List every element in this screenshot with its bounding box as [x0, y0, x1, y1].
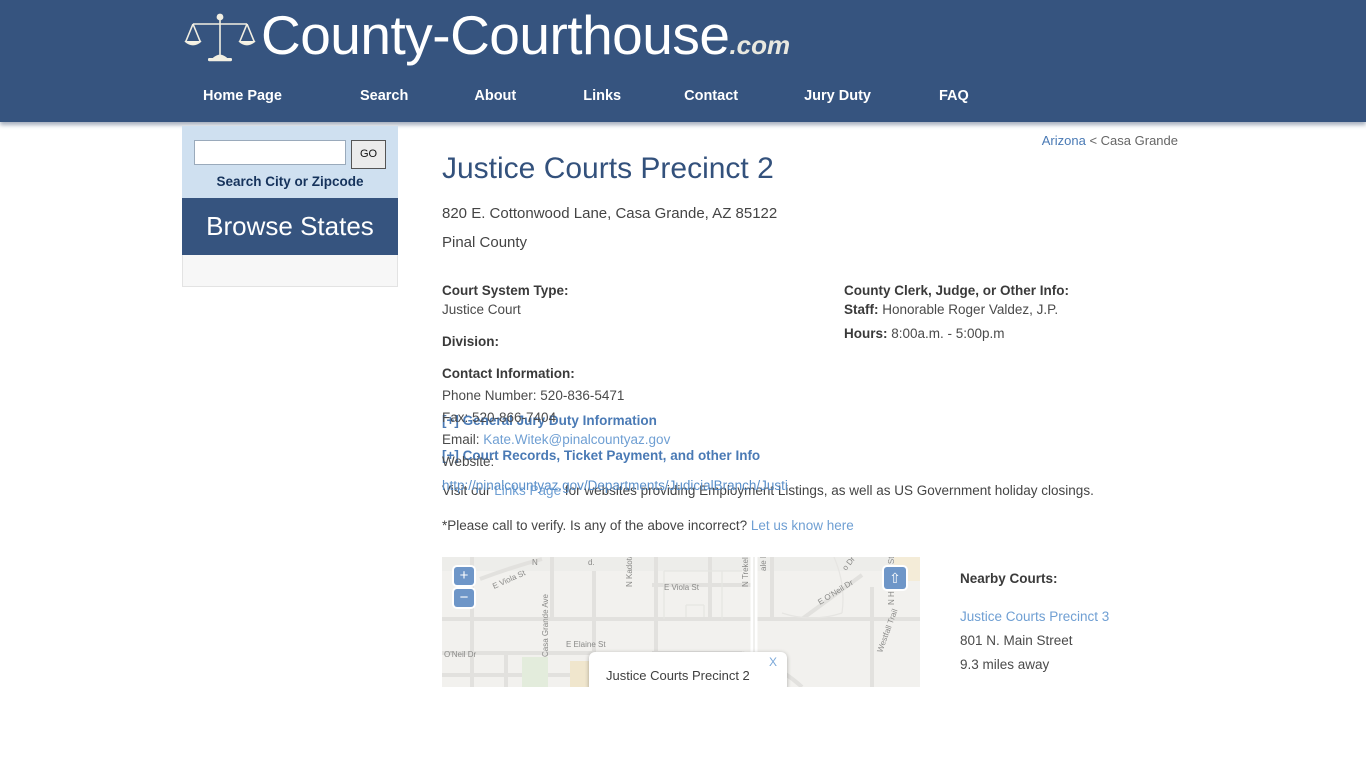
nearby-court-address: 801 N. Main Street [960, 633, 1073, 648]
nearby-court-item: Justice Courts Precinct 3 801 N. Main St… [960, 609, 1232, 672]
brand-tld: .com [729, 30, 791, 60]
svg-text:ale Ln: ale Ln [759, 557, 768, 571]
clerk-judge-label: County Clerk, Judge, or Other Info: [844, 283, 1070, 298]
site-logo[interactable]: County-Courthouse.com [183, 4, 790, 76]
map-popup-title: Justice Courts Precinct 2 [606, 668, 750, 683]
map-north-arrow-icon[interactable]: ⇧ [884, 567, 906, 589]
map-and-nearby-row: E Viola St E Viola St N Kadota Ave N Tre… [442, 557, 1232, 687]
breadcrumb-state-link[interactable]: Arizona [1042, 133, 1086, 148]
sidebar: GO Search City or Zipcode Browse States [182, 126, 398, 287]
svg-text:E Viola St: E Viola St [664, 583, 700, 592]
search-row: GO [194, 140, 386, 169]
map-popup-close-icon[interactable]: X [769, 655, 777, 669]
map-zoom-out-button[interactable]: − [454, 589, 474, 607]
nav-item-contact[interactable]: Contact [684, 88, 738, 104]
court-county: Pinal County [442, 234, 528, 251]
fax-number: Fax: 520-866-7404 [442, 410, 557, 425]
staff-label: Staff: [844, 302, 879, 317]
nav-item-jury-duty[interactable]: Jury Duty [804, 88, 871, 104]
website-label: Website: [442, 454, 495, 469]
nav-item-search[interactable]: Search [360, 88, 408, 104]
email-link[interactable]: Kate.Witek@pinalcountyaz.gov [483, 432, 670, 447]
email-label: Email: [442, 432, 484, 447]
sidebar-footer-panel [182, 255, 398, 287]
search-input[interactable] [194, 140, 346, 165]
svg-text:N Kadota Ave: N Kadota Ave [625, 557, 634, 587]
scales-of-justice-icon [184, 13, 256, 62]
email-row: Email: Kate.Witek@pinalcountyaz.gov [442, 432, 832, 447]
go-button[interactable]: GO [351, 140, 386, 169]
brand-name: County-Courthouse [261, 4, 730, 66]
main-content: Arizona < Casa Grande Justice Courts Pre… [442, 126, 1232, 687]
svg-text:N Trekell Rd: N Trekell Rd [741, 557, 750, 587]
browse-states-button[interactable]: Browse States [182, 198, 398, 255]
hours-label: Hours: [844, 326, 888, 341]
info-column-right: County Clerk, Judge, or Other Info: Staf… [844, 283, 1232, 341]
svg-text:O'Neil Dr: O'Neil Dr [444, 650, 477, 659]
map-zoom-in-button[interactable]: + [454, 567, 474, 585]
nav-item-home-page[interactable]: Home Page [203, 88, 282, 104]
nav-item-faq[interactable]: FAQ [939, 88, 969, 104]
verify-paragraph: *Please call to verify. Is any of the ab… [442, 518, 1232, 533]
breadcrumb: Arizona < Casa Grande [1042, 133, 1178, 148]
nearby-courts-panel: Nearby Courts: Justice Courts Precinct 3… [960, 571, 1232, 672]
breadcrumb-separator: < [1085, 133, 1101, 148]
nearby-courts-title: Nearby Courts: [960, 571, 1058, 586]
nearby-court-link[interactable]: Justice Courts Precinct 3 [960, 609, 1232, 624]
court-address: 820 E. Cottonwood Lane, Casa Grande, AZ … [442, 205, 778, 222]
search-caption: Search City or Zipcode [216, 174, 364, 189]
nav-item-links[interactable]: Links [583, 88, 621, 104]
map-info-popup: X Justice Courts Precinct 2 [589, 652, 787, 687]
page-root: County-Courthouse.com Home Page Search Abo… [0, 0, 1366, 768]
division-label: Division: [442, 334, 500, 349]
svg-text:d.: d. [588, 558, 595, 567]
nav-item-about[interactable]: About [474, 88, 516, 104]
hours-row: Hours: 8:00a.m. - 5:00p.m [844, 326, 1232, 341]
contact-information-label: Contact Information: [442, 366, 575, 381]
court-system-type-value: Justice Court [442, 302, 521, 317]
let-us-know-link[interactable]: Let us know here [751, 518, 854, 533]
brand-title: County-Courthouse.com [261, 6, 790, 74]
staff-value: Honorable Roger Valdez, J.P. [878, 302, 1059, 317]
main-navigation: Home Page Search About Links Contact Jury Dut… [203, 88, 969, 104]
info-column-left: Court System Type: Justice Court Divisio… [442, 283, 832, 493]
staff-row: Staff: Honorable Roger Valdez, J.P. [844, 302, 1232, 317]
svg-text:N: N [532, 558, 538, 567]
nearby-court-distance: 9.3 miles away [960, 657, 1050, 672]
court-system-type-label: Court System Type: [442, 283, 569, 298]
location-map[interactable]: E Viola St E Viola St N Kadota Ave N Tre… [442, 557, 920, 687]
phone-number: Phone Number: 520-836-5471 [442, 388, 625, 403]
svg-text:Casa Grande Ave: Casa Grande Ave [541, 593, 550, 657]
site-header: County-Courthouse.com Home Page Search Abo… [0, 0, 1366, 122]
website-link[interactable]: http://pinalcountyaz.gov/Departments/Jud… [442, 478, 832, 493]
header-inner: County-Courthouse.com Home Page Search Abo… [183, 0, 1183, 122]
breadcrumb-city: Casa Grande [1100, 133, 1178, 148]
svg-text:E Elaine St: E Elaine St [566, 640, 606, 649]
verify-paragraph-before: *Please call to verify. Is any of the ab… [442, 518, 751, 533]
search-panel: GO Search City or Zipcode [182, 126, 398, 198]
hours-value: 8:00a.m. - 5:00p.m [887, 326, 1005, 341]
